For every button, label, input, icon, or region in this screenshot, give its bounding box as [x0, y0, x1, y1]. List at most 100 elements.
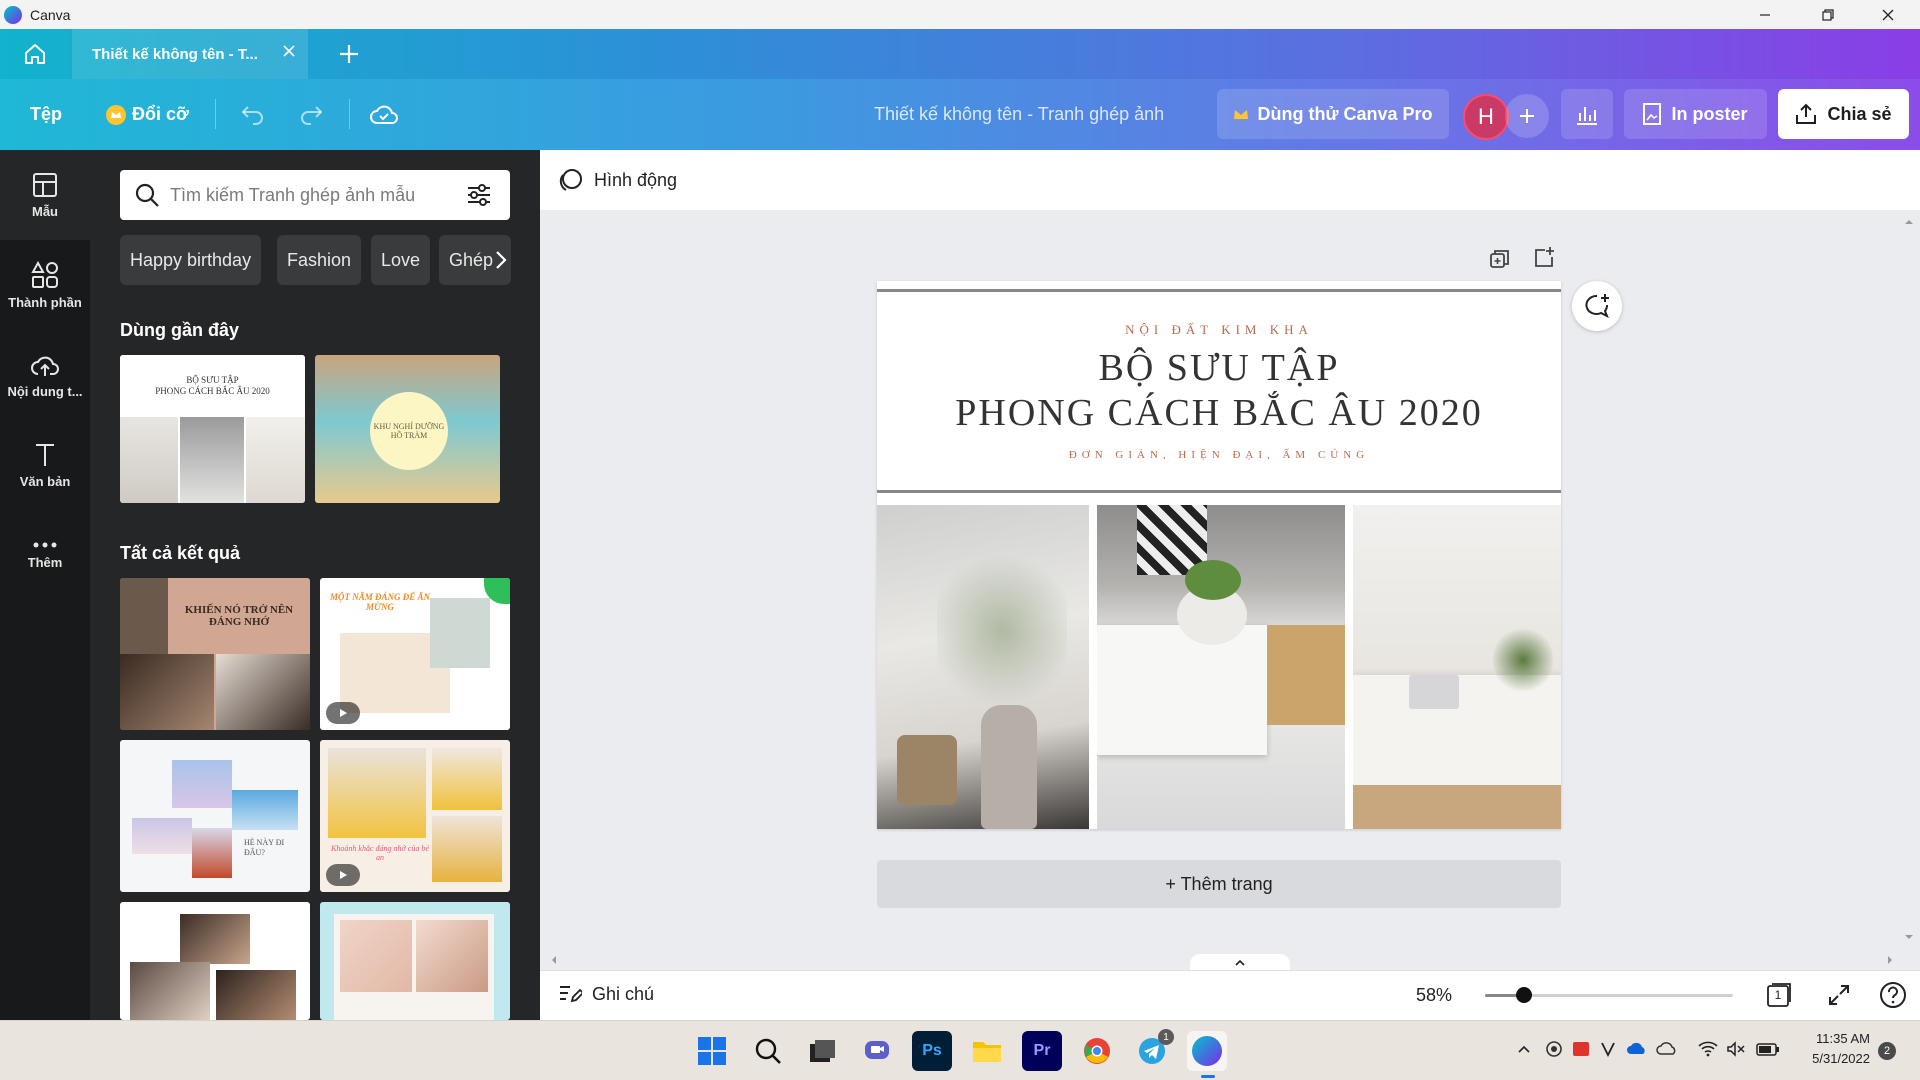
- minimize-button[interactable]: [1742, 0, 1788, 29]
- photo-bed[interactable]: [1353, 505, 1561, 829]
- tray-overflow-button[interactable]: [1516, 1041, 1532, 1057]
- rail-item-uploads[interactable]: Nội dung t...: [0, 330, 90, 420]
- tab-design[interactable]: Thiết kế không tên - T...: [72, 29, 308, 79]
- taskbar-search[interactable]: [748, 1031, 788, 1071]
- try-canva-pro-button[interactable]: Dùng thử Canva Pro: [1217, 89, 1449, 139]
- teams-chat-icon: [865, 1041, 889, 1059]
- editor-footer: Ghi chú 58% 1: [540, 970, 1920, 1020]
- result-template-4[interactable]: Khoảnh khắc đáng nhớ của bé an: [320, 740, 510, 892]
- recent-title: Dùng gần đây: [120, 320, 240, 340]
- new-tab-button[interactable]: [336, 41, 362, 67]
- chip-happy-birthday[interactable]: Happy birthday: [120, 235, 262, 285]
- animate-button[interactable]: Hình động: [558, 167, 677, 193]
- animate-icon: [559, 169, 582, 191]
- tray-app-3[interactable]: [1600, 1041, 1616, 1057]
- canva-icon: [1192, 1036, 1222, 1066]
- undo-icon: [241, 106, 263, 125]
- print-label: In poster: [1671, 103, 1748, 124]
- fullscreen-button[interactable]: [1827, 983, 1851, 1007]
- chip-love[interactable]: Love: [371, 235, 431, 285]
- add-page-button[interactable]: + Thêm trang: [877, 860, 1561, 908]
- close-window-button[interactable]: [1865, 0, 1911, 29]
- add-comment-button[interactable]: [1572, 281, 1622, 331]
- scrollbar-arrows-icon: [1905, 220, 1913, 939]
- taskbar-clock[interactable]: 11:35 AM 5/31/2022: [1800, 1029, 1870, 1069]
- duplicate-page-button[interactable]: [1489, 248, 1511, 270]
- toolbar-divider: [215, 99, 216, 129]
- rail-item-elements[interactable]: Thành phần: [0, 240, 90, 330]
- thumb-heading: KHU NGHỈ DƯỠNG HỒ TRÀM: [370, 392, 448, 470]
- add-page-icon: [1535, 247, 1554, 267]
- chip-fashion[interactable]: Fashion: [277, 235, 362, 285]
- document-title[interactable]: Thiết kế không tên - Tranh ghép ảnh: [874, 79, 1164, 150]
- zoom-value: 58%: [1416, 985, 1453, 1005]
- file-menu[interactable]: Tệp: [30, 79, 62, 150]
- tray-app-1[interactable]: [1544, 1041, 1564, 1057]
- search-input[interactable]: [170, 184, 460, 206]
- cloud-check-icon: [370, 105, 398, 124]
- invite-button[interactable]: [1505, 94, 1549, 138]
- home-button[interactable]: [18, 40, 52, 68]
- result-template-1[interactable]: KHIẾN NÓ TRỞ NÊN ĐÁNG NHỚ: [120, 578, 310, 730]
- add-page-icon-button[interactable]: [1533, 246, 1555, 268]
- vertical-scrollbar[interactable]: [1901, 215, 1917, 945]
- task-view-button[interactable]: [802, 1031, 842, 1071]
- tray-wifi[interactable]: [1698, 1041, 1718, 1057]
- chevron-up-icon: [1518, 1045, 1530, 1053]
- help-button[interactable]: [1879, 981, 1907, 1009]
- rail-item-templates[interactable]: Mẫu: [0, 150, 90, 240]
- photo-vase[interactable]: [877, 505, 1089, 829]
- recent-template-nordic[interactable]: BỘ SƯU TẬP PHONG CÁCH BẮC ÂU 2020: [120, 355, 305, 503]
- taskbar-chrome[interactable]: [1077, 1031, 1117, 1071]
- tray-app-2[interactable]: [1572, 1041, 1590, 1057]
- notes-button[interactable]: Ghi chú: [558, 983, 654, 1005]
- photo-table[interactable]: [1097, 505, 1345, 829]
- result-template-5[interactable]: [120, 902, 310, 1020]
- template-search[interactable]: [120, 170, 510, 220]
- expand-icon: [1829, 985, 1849, 1005]
- undo-button[interactable]: [240, 103, 266, 125]
- tray-v-icon: [1601, 1042, 1615, 1057]
- share-button[interactable]: Chia sẻ: [1778, 89, 1909, 139]
- crown-icon: [1234, 110, 1249, 119]
- taskbar-telegram[interactable]: 1: [1132, 1029, 1174, 1071]
- upload-icon: [31, 356, 59, 376]
- tab-close-button[interactable]: [282, 44, 296, 58]
- zoom-slider[interactable]: [1485, 987, 1733, 1003]
- design-page[interactable]: NỘI ĐẤT KIM KHA BỘ SƯU TẬP PHONG CÁCH BẮ…: [877, 281, 1561, 829]
- active-indicator: [1201, 1075, 1215, 1078]
- taskbar-premiere[interactable]: Pr: [1022, 1031, 1062, 1071]
- user-avatar[interactable]: H: [1463, 94, 1509, 140]
- taskbar-photoshop[interactable]: Ps: [912, 1031, 952, 1071]
- recent-template-beach[interactable]: KHU NGHỈ DƯỠNG HỒ TRÀM: [315, 355, 500, 503]
- resize-button[interactable]: Đổi cỡ: [106, 79, 189, 150]
- close-icon: [1882, 9, 1894, 20]
- redo-button[interactable]: [298, 103, 324, 125]
- rail-item-text[interactable]: Văn bản: [0, 420, 90, 510]
- page-count-button[interactable]: 1: [1765, 981, 1793, 1009]
- insights-button[interactable]: [1561, 89, 1613, 139]
- pro-label: Dùng thử Canva Pro: [1257, 103, 1433, 124]
- print-poster-button[interactable]: In poster: [1624, 89, 1767, 139]
- tray-volume[interactable]: [1726, 1041, 1746, 1057]
- result-template-2[interactable]: MỘT NĂM ĐÁNG ĐỂ ĂN MỪNG: [320, 578, 510, 730]
- tray-onedrive[interactable]: [1626, 1041, 1648, 1055]
- notes-icon: [560, 986, 582, 1003]
- start-button[interactable]: [692, 1031, 732, 1071]
- result-template-6[interactable]: [320, 902, 510, 1020]
- cloud-sync-button[interactable]: [369, 101, 399, 127]
- restore-button[interactable]: [1805, 0, 1851, 29]
- chips-next-button[interactable]: [494, 250, 508, 270]
- tray-battery[interactable]: [1756, 1041, 1780, 1057]
- taskbar-explorer[interactable]: [967, 1031, 1007, 1071]
- tray-app-icon: [1546, 1041, 1562, 1057]
- zoom-slider-thumb[interactable]: [1516, 987, 1532, 1003]
- tray-onedrive-personal[interactable]: [1656, 1041, 1678, 1055]
- redo-icon: [301, 106, 323, 125]
- notification-badge[interactable]: 2: [1878, 1042, 1896, 1060]
- taskbar-chat[interactable]: [857, 1031, 897, 1071]
- resize-label: Đổi cỡ: [132, 104, 189, 124]
- taskbar-canva[interactable]: [1187, 1031, 1227, 1071]
- rail-item-more[interactable]: Thêm: [0, 510, 90, 600]
- result-template-3[interactable]: HÈ NÀY ĐI ĐÂU?: [120, 740, 310, 892]
